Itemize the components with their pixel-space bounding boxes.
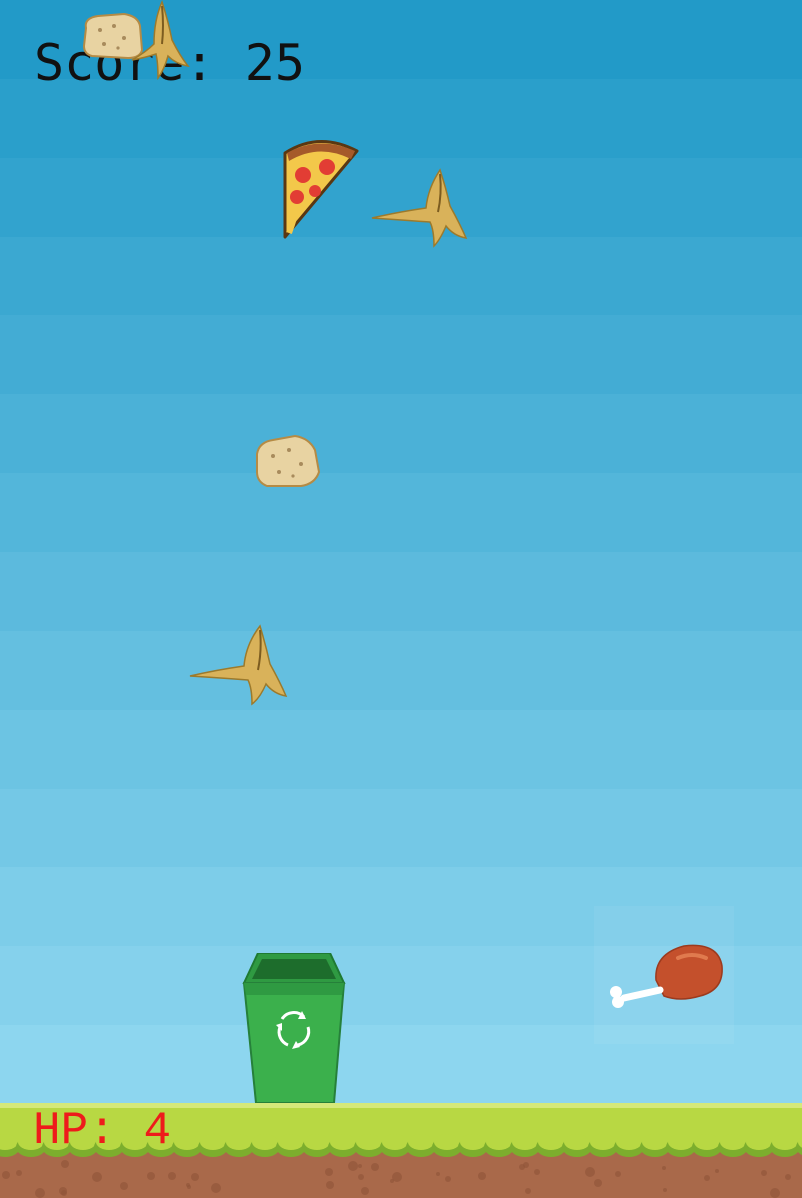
banana-peel-icon — [186, 624, 290, 706]
toast-icon — [253, 432, 321, 490]
banana-peel-icon — [368, 168, 470, 248]
sky-band — [0, 473, 802, 553]
game-stage[interactable]: Score: 25 HP: 4 — [0, 0, 802, 1198]
banana-peel-icon — [128, 0, 194, 80]
sky-band — [0, 709, 802, 789]
sky-band — [0, 394, 802, 474]
sky-band — [0, 630, 802, 710]
hp-display: HP: 4 — [33, 1108, 171, 1154]
chicken-leg-icon — [594, 906, 734, 1044]
recycle-bin-icon[interactable] — [242, 953, 346, 1105]
hp-label: HP: — [33, 1105, 116, 1157]
hp-value: 4 — [143, 1105, 172, 1157]
sky-band — [0, 552, 802, 631]
pizza-slice-icon — [275, 133, 361, 241]
sky-band — [0, 236, 802, 316]
score-value: 25 — [244, 34, 305, 92]
sky-band — [0, 788, 802, 868]
sky-band — [0, 315, 802, 395]
